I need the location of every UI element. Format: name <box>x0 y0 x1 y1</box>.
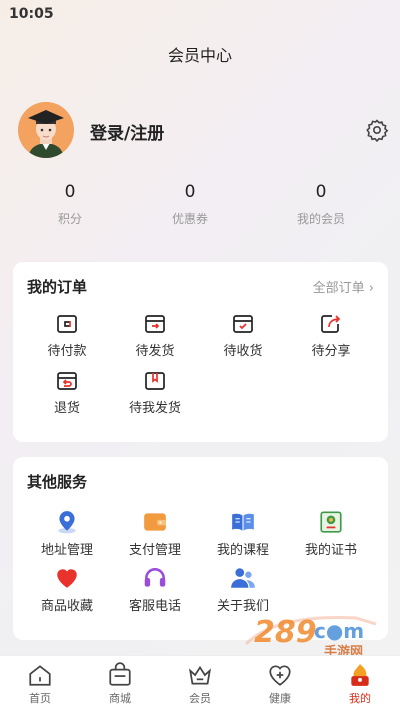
shop-icon <box>109 662 131 686</box>
box-send-icon <box>145 315 165 333</box>
stat-coupons[interactable]: 0 优惠券 <box>145 182 235 227</box>
order-to-ship-by-me-label: 待我发货 <box>128 401 181 416</box>
wallet-icon <box>57 315 77 333</box>
stat-points-label: 积分 <box>57 212 82 226</box>
service-courses[interactable]: 我的课程 <box>199 509 287 558</box>
people-icon <box>231 568 255 588</box>
tab-profile-label: 我的 <box>349 692 371 705</box>
crown-icon <box>188 665 212 685</box>
order-pending-share[interactable]: 待分享 <box>287 312 375 359</box>
tab-health-label: 健康 <box>269 692 291 705</box>
service-favorites[interactable]: 商品收藏 <box>23 565 111 614</box>
order-returns-label: 退货 <box>53 401 80 416</box>
tab-home-label: 首页 <box>29 692 51 705</box>
stat-membership[interactable]: 0 我的会员 <box>276 182 366 227</box>
service-courses-label: 我的课程 <box>216 543 269 558</box>
orders-title: 我的订单 <box>27 278 88 296</box>
service-address[interactable]: 地址管理 <box>23 509 111 558</box>
services-title: 其他服务 <box>27 473 88 491</box>
order-pending-shipment-label: 待发货 <box>135 344 175 359</box>
status-bar: 10:05 <box>0 0 400 28</box>
stat-points[interactable]: 0 积分 <box>25 182 115 227</box>
service-payment[interactable]: 支付管理 <box>111 509 199 558</box>
service-address-label: 地址管理 <box>40 543 93 558</box>
order-returns[interactable]: 退货 <box>23 369 111 416</box>
order-pending-payment[interactable]: 待付款 <box>23 312 111 359</box>
order-pending-payment-label: 待付款 <box>47 344 87 359</box>
tab-home[interactable]: 首页 <box>0 656 80 710</box>
order-pending-receipt[interactable]: 待收货 <box>199 312 287 359</box>
tab-shop-label: 商城 <box>109 692 131 705</box>
all-orders-link[interactable]: 全部订单 › <box>313 277 374 296</box>
status-time: 10:05 <box>9 6 54 22</box>
gift-box-icon <box>145 372 165 390</box>
tab-member-label: 会员 <box>189 692 211 705</box>
svg-text:289: 289 <box>254 615 317 650</box>
page-title: 会员中心 <box>167 46 232 65</box>
heart-icon <box>57 569 77 588</box>
service-certificates-label: 我的证书 <box>304 543 357 558</box>
avatar[interactable] <box>18 102 74 158</box>
return-icon <box>57 372 77 390</box>
tab-health[interactable]: 健康 <box>240 656 320 710</box>
orders-card: 我的订单 全部订单 › 待付款 待发货 待收货 待分享 退货 待我发货 <box>13 262 388 442</box>
order-pending-receipt-label: 待收货 <box>223 344 263 359</box>
location-pin-icon <box>58 511 76 534</box>
stat-membership-label: 我的会员 <box>296 212 345 226</box>
svg-text:c●m: c●m <box>314 619 364 643</box>
login-register-link[interactable]: 登录/注册 <box>90 119 164 144</box>
headset-icon <box>144 568 166 587</box>
order-pending-share-label: 待分享 <box>311 344 351 359</box>
settings-gear-icon[interactable] <box>365 118 389 143</box>
profile-icon <box>351 664 369 686</box>
service-payment-label: 支付管理 <box>128 543 181 558</box>
service-favorites-label: 商品收藏 <box>40 599 93 614</box>
share-icon <box>321 315 341 333</box>
service-customer-phone[interactable]: 客服电话 <box>111 565 199 614</box>
tab-member[interactable]: 会员 <box>160 656 240 710</box>
box-check-icon <box>233 315 253 333</box>
wallet-icon <box>144 513 166 531</box>
tab-profile[interactable]: 我的 <box>320 656 400 710</box>
tab-shop[interactable]: 商城 <box>80 656 160 710</box>
stat-points-value: 0 <box>64 182 76 202</box>
stat-membership-value: 0 <box>315 182 327 202</box>
home-icon <box>29 665 51 686</box>
certificate-icon <box>320 511 342 533</box>
bottom-tab-bar: 首页 商城 会员 健康 我的 <box>0 655 400 710</box>
health-icon <box>269 665 291 686</box>
stat-coupons-label: 优惠券 <box>171 212 208 226</box>
book-icon <box>232 513 254 531</box>
order-to-ship-by-me[interactable]: 待我发货 <box>111 369 199 416</box>
service-certificates[interactable]: 我的证书 <box>287 509 375 558</box>
order-pending-shipment[interactable]: 待发货 <box>111 312 199 359</box>
service-customer-phone-label: 客服电话 <box>128 599 181 614</box>
stat-coupons-value: 0 <box>184 182 196 202</box>
